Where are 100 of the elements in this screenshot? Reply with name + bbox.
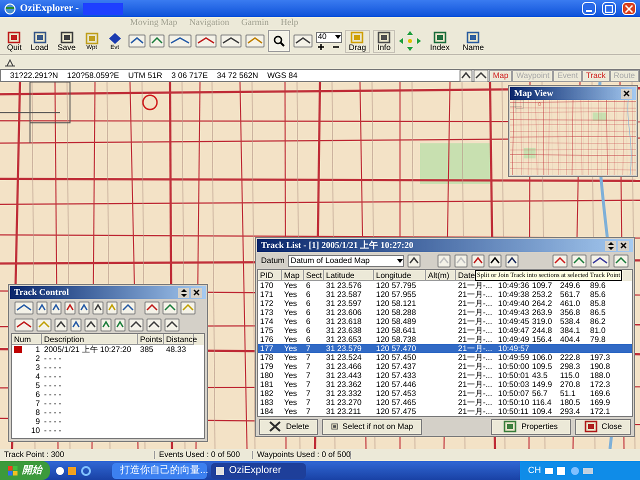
- table-cell-text: 31 23.211: [325, 407, 362, 416]
- table-cell: 4: [36, 372, 40, 381]
- tool-icon[interactable]: [406, 252, 421, 268]
- table-cell-text: 180: [259, 371, 274, 380]
- close-button[interactable]: [622, 2, 636, 15]
- table-cell-text: 6: [305, 326, 312, 335]
- table-cell-text: 85.6: [589, 290, 607, 299]
- zoom-select[interactable]: 40: [316, 32, 342, 42]
- taskbar-button[interactable]: 打造你自己的向量...: [112, 462, 207, 478]
- tool-icon[interactable]: [84, 316, 98, 332]
- track-point-row[interactable]: 175 Yes 6 31 23.638 120 58.641 21一月-... 10:49:47 244.8 384.1 81.0: [258, 326, 632, 335]
- table-cell-text: 182: [259, 389, 274, 398]
- quick-launch-icon[interactable]: [54, 464, 94, 476]
- table-cell-text: 120 57.446: [375, 380, 418, 389]
- track-point-row[interactable]: 172 Yes 6 31 23.597 120 58.121 21一月-... 10:49:40 264.2 461.0 85.8: [258, 299, 632, 308]
- table-cell-text: 120 57.470: [375, 344, 418, 353]
- start-button[interactable]: 開始: [0, 461, 50, 480]
- column-header[interactable]: Description: [42, 334, 138, 345]
- panel-button[interactable]: Select if not on Map: [322, 418, 422, 434]
- toolbar-button[interactable]: Drag: [344, 30, 370, 52]
- column-header[interactable]: Latitude: [324, 270, 374, 281]
- close-button[interactable]: [621, 88, 632, 98]
- toolbar-button[interactable]: Save: [54, 30, 79, 52]
- tool-icon[interactable]: [488, 252, 502, 268]
- close-icon: [625, 4, 633, 12]
- language-indicator[interactable]: CH: [528, 464, 541, 478]
- table-cell-text: 149.9: [531, 380, 554, 389]
- table-cell-text: 7: [305, 398, 312, 407]
- table-cell: 3: [36, 363, 40, 372]
- table-cell-text: 6: [305, 335, 312, 344]
- table-cell-text: 10:50:11: [497, 407, 530, 416]
- close-button[interactable]: [618, 240, 629, 250]
- table-cell-text: 21一月-...: [457, 308, 494, 317]
- table-cell-text: Yes: [283, 344, 298, 353]
- maximize-button[interactable]: [602, 2, 616, 15]
- table-cell-text: 10:50:07: [497, 389, 530, 398]
- datum-select[interactable]: Datum of Loaded Map: [288, 254, 404, 266]
- track-point-row[interactable]: 174 Yes 6 31 23.618 120 58.489 21一月-... 10:49:45 319.0 538.4 86.2: [258, 317, 632, 326]
- track-point-row[interactable]: 184 Yes 7 31 23.211 120 57.475 21一月-... 10:50:11 109.4 293.4 172.1: [258, 407, 632, 416]
- tool-icon[interactable]: [458, 68, 473, 84]
- tool-icon[interactable]: [590, 252, 610, 268]
- tool-icon[interactable]: [292, 33, 313, 49]
- view-tab[interactable]: Track: [582, 70, 610, 82]
- column-header[interactable]: Points: [138, 334, 164, 345]
- track-point-row[interactable]: 173 Yes 6 31 23.606 120 58.288 21一月-... 10:49:43 263.9 356.8 86.5: [258, 308, 632, 317]
- table-cell-text: Yes: [283, 281, 298, 290]
- pan-arrows-icon[interactable]: [398, 30, 422, 52]
- column-header[interactable]: Num: [12, 334, 42, 345]
- zoom-button[interactable]: [268, 30, 290, 52]
- track-point-row[interactable]: 177 Yes 7 31 23.579 120 57.470 21一月-... 10:49:57: [258, 344, 632, 353]
- column-header[interactable]: PID: [258, 270, 282, 281]
- table-cell-text: 31 23.579: [325, 344, 363, 353]
- resize-button[interactable]: [178, 288, 189, 298]
- track-point-row[interactable]: 179 Yes 7 31 23.466 120 57.437 21一月-... 10:50:00 109.5 298.3 190.8: [258, 362, 632, 371]
- table-cell: - - - -: [44, 354, 62, 363]
- tool-icon[interactable]: [146, 316, 162, 332]
- taskbar-button[interactable]: OziExplorer: [211, 462, 306, 478]
- view-tab[interactable]: Map: [488, 70, 512, 82]
- toolbar-button[interactable]: Quit: [4, 30, 25, 52]
- coordinate-text: UTM 51R: [128, 72, 162, 80]
- tray-icons-icon: [545, 466, 595, 476]
- toolbar-button[interactable]: Info: [373, 30, 396, 52]
- track-point-row[interactable]: 180 Yes 7 31 23.443 120 57.433 21一月-... 10:50:01 43.5 115.0 188.0: [258, 371, 632, 380]
- toolbar-button[interactable]: Index: [425, 30, 455, 52]
- table-cell-text: 6: [305, 317, 312, 326]
- globe-icon: [4, 2, 16, 14]
- track-point-row[interactable]: 176 Yes 6 31 23.653 120 58.738 21一月-... 10:49:49 156.4 404.4 79.8: [258, 335, 632, 344]
- tool-icon[interactable]: [472, 68, 489, 84]
- panel-button[interactable]: Properties: [490, 418, 571, 434]
- table-cell-text: 10:49:49: [497, 335, 530, 344]
- app-icon: [215, 466, 225, 476]
- track-point-row[interactable]: 183 Yes 7 31 23.270 120 57.465 21一月-... 10:50:10 116.4 180.5 169.9: [258, 398, 632, 407]
- tool-icon[interactable]: [164, 316, 180, 332]
- panel-button[interactable]: Close: [574, 418, 631, 434]
- panel-button[interactable]: Delete: [259, 418, 318, 434]
- toolbar-button[interactable]: Name: [458, 30, 489, 52]
- track-point-row[interactable]: 182 Yes 7 31 23.332 120 57.453 21一月-... 10:50:07 56.7 51.1 169.6: [258, 389, 632, 398]
- resize-button[interactable]: [605, 240, 616, 250]
- table-cell-text: 538.4: [559, 317, 582, 326]
- column-header[interactable]: Sect: [304, 270, 324, 281]
- tool-icon[interactable]: [504, 252, 519, 268]
- column-header[interactable]: Longitude: [374, 270, 426, 281]
- tool-icon[interactable]: [220, 33, 242, 49]
- track-point-row[interactable]: 170 Yes 6 31 23.576 120 57.795 21一月-... 10:49:36 109.7 249.6 89.6: [258, 281, 632, 290]
- toolbar-button[interactable]: Load: [28, 30, 52, 52]
- table-cell-text: 109.7: [531, 281, 554, 290]
- table-cell-text: 10:49:47: [497, 326, 530, 335]
- table-cell-text: 179: [259, 362, 274, 371]
- table-cell-text: 31 23.597: [325, 299, 363, 308]
- window-title: OziExplorer -: [20, 2, 79, 16]
- track-point-row[interactable]: 181 Yes 7 31 23.362 120 57.446 21一月-... 10:50:03 149.9 270.8 172.3: [258, 380, 632, 389]
- minimize-button[interactable]: [582, 2, 596, 15]
- tool-icon[interactable]: [54, 316, 68, 332]
- tool-icon[interactable]: [92, 300, 104, 316]
- track-point-row[interactable]: 171 Yes 6 31 23.587 120 57.955 21一月-... 10:49:38 253.2 561.7 85.6: [258, 290, 632, 299]
- track-point-row[interactable]: 178 Yes 7 31 23.524 120 57.450 21一月-... 10:49:59 106.0 222.8 197.3: [258, 353, 632, 362]
- column-header[interactable]: Alt(m): [426, 270, 456, 281]
- column-header[interactable]: Map: [282, 270, 304, 281]
- tool-icon[interactable]: [128, 316, 144, 332]
- close-button[interactable]: [191, 288, 202, 298]
